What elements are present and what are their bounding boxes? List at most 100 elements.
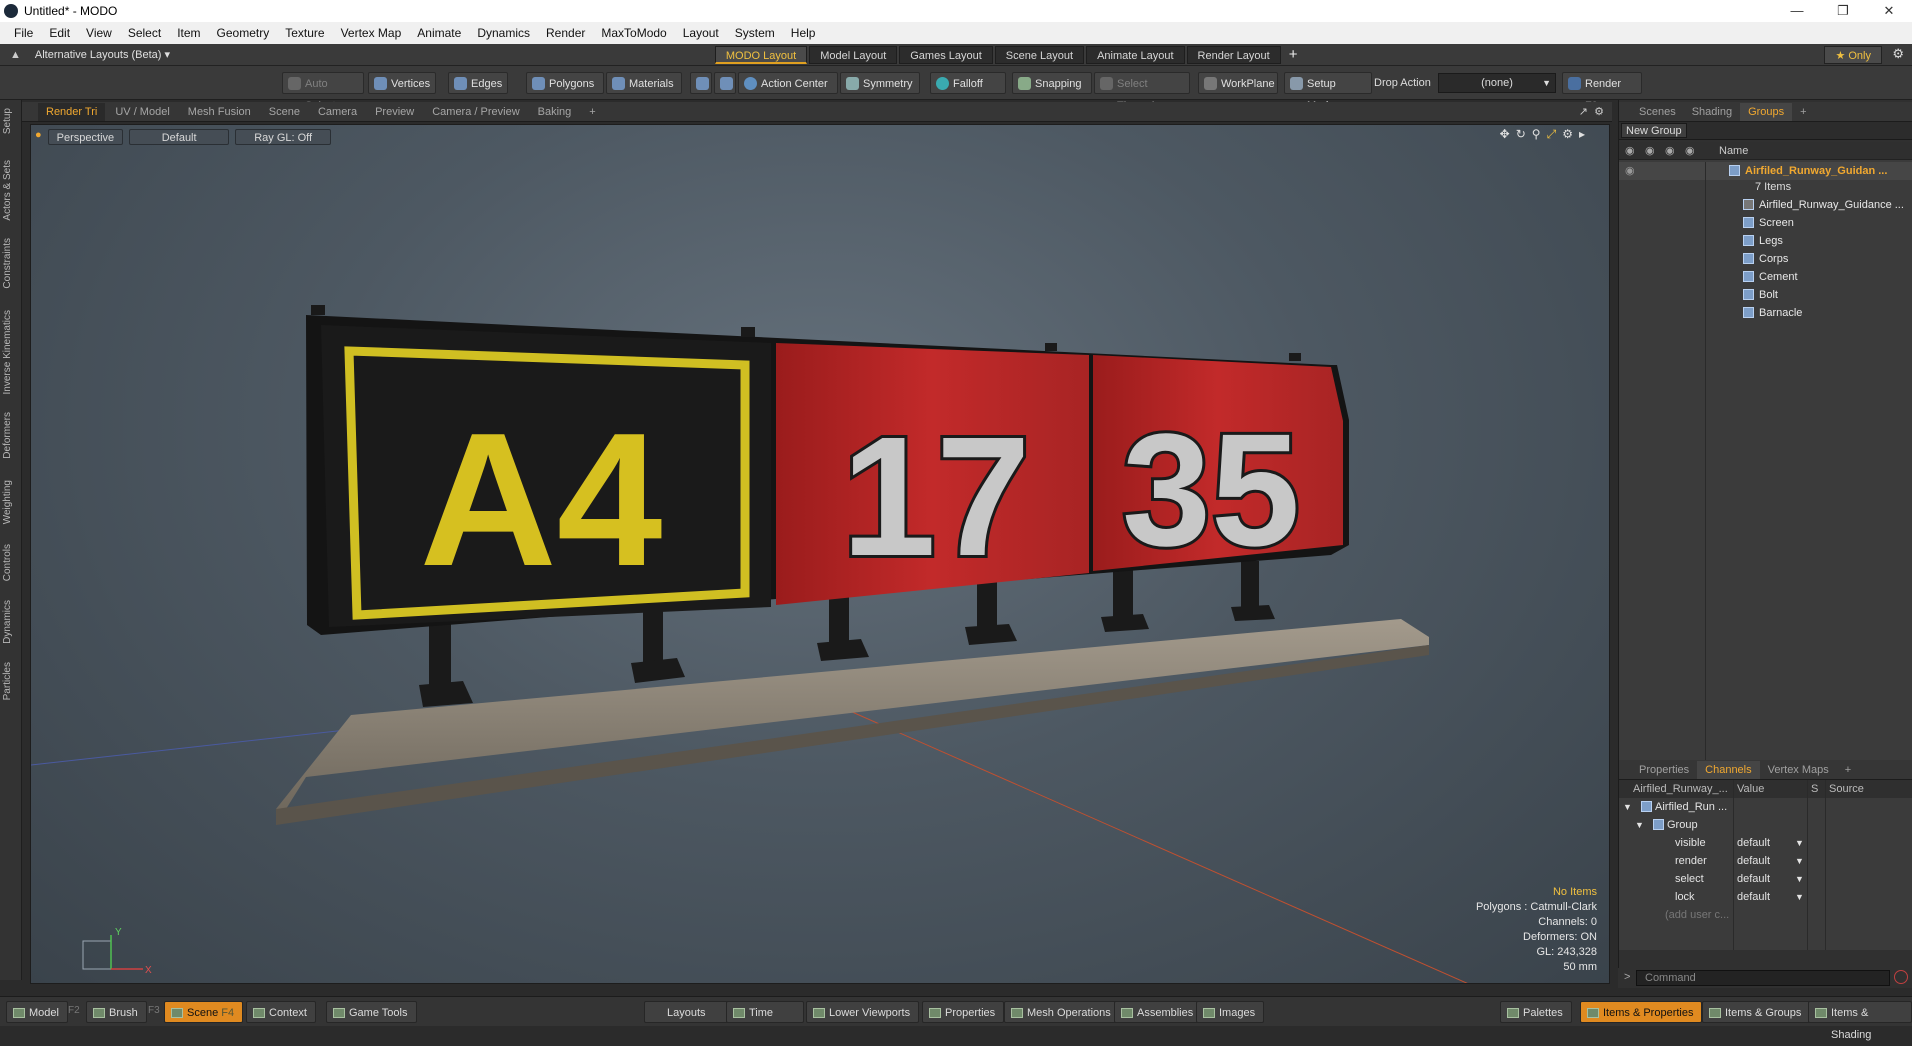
minimize-icon[interactable]: — — [1774, 0, 1820, 22]
channel-row[interactable]: lock default ▼ — [1619, 888, 1912, 906]
channel-value[interactable]: default — [1737, 888, 1770, 906]
close-icon[interactable]: ✕ — [1866, 0, 1912, 22]
only-button[interactable]: ★ Only — [1824, 46, 1882, 64]
tab-scene[interactable]: Scene — [261, 103, 308, 121]
add-user-channel-row[interactable]: (add user c... — [1619, 906, 1912, 924]
vtab-deformers[interactable]: Deformers — [2, 412, 18, 459]
menu-file[interactable]: File — [6, 26, 41, 40]
channel-value[interactable]: default — [1737, 870, 1770, 888]
lock-toggle-icon[interactable]: ◉ — [1665, 142, 1675, 160]
mesh-operations-button[interactable]: Mesh Operations — [1004, 1001, 1120, 1023]
menu-help[interactable]: Help — [783, 26, 824, 40]
tab-baking[interactable]: Baking — [530, 103, 580, 121]
layouts-button[interactable]: Layouts — [644, 1001, 728, 1023]
vtab-particles[interactable]: Particles — [2, 662, 18, 700]
edges-button[interactable]: Edges — [448, 72, 508, 94]
vtab-weighting[interactable]: Weighting — [2, 480, 18, 524]
menu-edit[interactable]: Edit — [41, 26, 78, 40]
scene-button[interactable]: Scene F4 — [164, 1001, 244, 1023]
alternative-layouts-dropdown[interactable]: Alternative Layouts (Beta) ▾ — [35, 48, 715, 61]
tab-shading[interactable]: Shading — [1684, 103, 1740, 121]
auto-select-button[interactable]: Auto Select — [282, 72, 364, 112]
symmetry-button[interactable]: Symmetry — [840, 72, 920, 94]
expand-icon[interactable]: ▼ — [1635, 816, 1644, 834]
viewport-gear-icon[interactable]: ⚙ — [1594, 105, 1604, 118]
group-item[interactable]: Airfiled_Runway_Guidance ... — [1619, 196, 1912, 214]
items-properties-button[interactable]: Items & Properties — [1580, 1001, 1703, 1023]
brush-button[interactable]: Brush — [86, 1001, 147, 1023]
new-group-button[interactable]: New Group — [1621, 123, 1687, 138]
vertices-button[interactable]: Vertices — [368, 72, 436, 94]
channel-row[interactable]: select default ▼ — [1619, 870, 1912, 888]
add-viewport-tab-button[interactable]: + — [581, 103, 603, 121]
tab-preview[interactable]: Preview — [367, 103, 422, 121]
add-bottom-tab-button[interactable]: + — [1837, 761, 1859, 779]
vtab-inverse-kinematics[interactable]: Inverse Kinematics — [2, 310, 18, 394]
tab-properties[interactable]: Properties — [1631, 761, 1697, 779]
select-tool-a-button[interactable] — [690, 72, 712, 94]
channel-value[interactable]: default — [1737, 852, 1770, 870]
properties-button[interactable]: Properties — [922, 1001, 1005, 1023]
game-tools-button[interactable]: Game Tools — [326, 1001, 417, 1023]
channel-group-row[interactable]: ▼ Group — [1619, 816, 1912, 834]
action-center-button[interactable]: Action Center — [738, 72, 838, 94]
visibility-eye-icon[interactable]: ◉ — [1625, 142, 1635, 160]
palettes-button[interactable]: Palettes — [1500, 1001, 1572, 1023]
menu-maxtomodo[interactable]: MaxToModo — [593, 26, 674, 40]
select-toggle-icon[interactable]: ◉ — [1685, 142, 1695, 160]
setup-mode-button[interactable]: Setup Mode — [1284, 72, 1372, 112]
tab-scenes[interactable]: Scenes — [1631, 103, 1684, 121]
expand-icon[interactable]: ▼ — [1623, 798, 1632, 816]
channel-root-row[interactable]: ▼ Airfiled_Run ... — [1619, 798, 1912, 816]
polygons-button[interactable]: Polygons — [526, 72, 604, 94]
group-item[interactable]: Corps — [1619, 250, 1912, 268]
viewport-maximize-icon[interactable]: ↗ — [1579, 105, 1588, 118]
select-tool-b-button[interactable] — [714, 72, 736, 94]
chevron-down-icon[interactable]: ▼ — [1795, 834, 1804, 852]
tab-scene-layout[interactable]: Scene Layout — [994, 45, 1085, 64]
chevron-down-icon[interactable]: ▼ — [1795, 870, 1804, 888]
3d-viewport[interactable]: ● Perspective Default Ray GL: Off ✥↻⚲⤢⚙▸ — [30, 124, 1610, 984]
snapping-button[interactable]: Snapping — [1012, 72, 1092, 94]
gear-icon[interactable]: ⚙ — [1892, 46, 1904, 62]
vtab-controls[interactable]: Controls — [2, 544, 18, 581]
vtab-dynamics[interactable]: Dynamics — [2, 600, 18, 644]
tab-camera[interactable]: Camera — [310, 103, 365, 121]
materials-button[interactable]: Materials — [606, 72, 682, 94]
tab-model-layout[interactable]: Model Layout — [809, 45, 898, 64]
time-button[interactable]: Time — [726, 1001, 804, 1023]
menu-animate[interactable]: Animate — [409, 26, 469, 40]
falloff-button[interactable]: Falloff — [930, 72, 1006, 94]
group-item[interactable]: Screen — [1619, 214, 1912, 232]
tab-games-layout[interactable]: Games Layout — [899, 45, 993, 64]
menu-select[interactable]: Select — [120, 26, 169, 40]
tab-camera-preview[interactable]: Camera / Preview — [424, 103, 527, 121]
render-toggle-icon[interactable]: ◉ — [1645, 142, 1655, 160]
group-item[interactable]: Cement — [1619, 268, 1912, 286]
select-through-button[interactable]: Select Through — [1094, 72, 1190, 112]
tab-channels[interactable]: Channels — [1697, 760, 1760, 779]
menu-vertex-map[interactable]: Vertex Map — [333, 26, 410, 40]
group-item[interactable]: Legs — [1619, 232, 1912, 250]
tab-mesh-fusion[interactable]: Mesh Fusion — [180, 103, 259, 121]
drop-action-select[interactable]: (none) ▼ — [1438, 73, 1556, 93]
tab-render-layout[interactable]: Render Layout — [1186, 45, 1281, 64]
tab-vertex-maps[interactable]: Vertex Maps — [1760, 761, 1837, 779]
assemblies-button[interactable]: Assemblies — [1114, 1001, 1203, 1023]
channel-row[interactable]: visible default ▼ — [1619, 834, 1912, 852]
menu-render[interactable]: Render — [538, 26, 593, 40]
items-shading-button[interactable]: Items & Shading — [1808, 1001, 1912, 1041]
context-button[interactable]: Context — [246, 1001, 316, 1023]
menu-view[interactable]: View — [78, 26, 120, 40]
render-button[interactable]: Render F9 — [1562, 72, 1642, 112]
tab-render-tri[interactable]: Render Tri — [38, 102, 106, 121]
menu-geometry[interactable]: Geometry — [209, 26, 278, 40]
group-item[interactable]: Bolt — [1619, 286, 1912, 304]
model-button[interactable]: Model — [6, 1001, 68, 1023]
channel-row[interactable]: render default ▼ — [1619, 852, 1912, 870]
restore-icon[interactable]: ❐ — [1820, 0, 1866, 22]
workplane-button[interactable]: WorkPlane — [1198, 72, 1278, 94]
vtab-constraints[interactable]: Constraints — [2, 238, 18, 289]
add-layout-button[interactable]: + — [1289, 46, 1298, 63]
chevron-down-icon[interactable]: ▼ — [1795, 852, 1804, 870]
